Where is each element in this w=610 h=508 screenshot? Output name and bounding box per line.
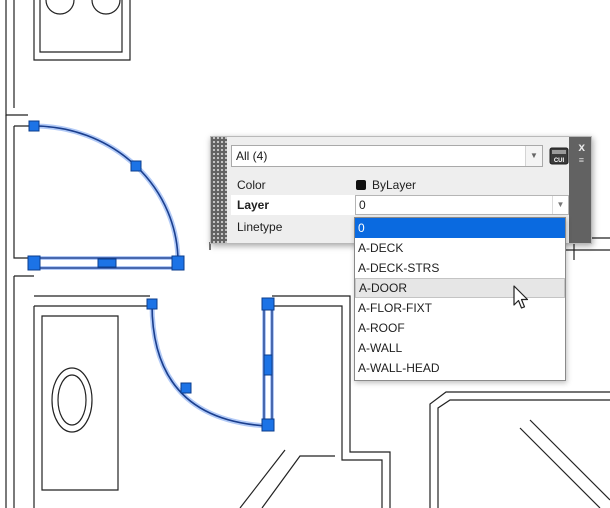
property-label: Layer	[237, 198, 270, 212]
options-icon[interactable]: ≡	[579, 155, 584, 165]
layer-option[interactable]: 0	[355, 218, 565, 238]
selection-filter-value: All (4)	[236, 149, 268, 163]
drawing-wall-line	[33, 0, 131, 61]
layer-dropdown-value: 0	[359, 198, 366, 212]
drawing-wall-line	[239, 449, 286, 508]
property-row-color: Color ByLayer	[231, 175, 569, 195]
drawing-fixture-circle	[45, 0, 75, 15]
layer-option[interactable]: A-FLOR-FIXT	[355, 298, 565, 318]
layer-option[interactable]: A-ROOF	[355, 318, 565, 338]
grip-handle[interactable]	[97, 258, 117, 268]
close-icon[interactable]: x	[578, 140, 585, 154]
drawing-wall-line	[529, 419, 610, 501]
drawing-cabinet	[41, 315, 119, 491]
mouse-cursor-icon	[513, 285, 529, 309]
property-label: Linetype	[237, 220, 283, 234]
drawing-toilet	[57, 374, 87, 426]
layer-option[interactable]: A-WALL-HEAD	[355, 358, 565, 378]
grip-handle[interactable]	[261, 418, 275, 432]
drawing-wall-line	[519, 427, 601, 508]
drawing-fixture-circle	[91, 0, 121, 15]
color-swatch	[356, 180, 366, 190]
chevron-down-icon[interactable]: ▼	[552, 196, 568, 214]
grip-handle[interactable]	[171, 255, 185, 271]
drawing-wall-line	[261, 455, 335, 508]
chevron-down-icon[interactable]: ▼	[525, 146, 542, 166]
layer-option[interactable]: A-WALL	[355, 338, 565, 358]
layer-option[interactable]: A-DOOR	[355, 278, 565, 298]
grip-handle[interactable]	[261, 297, 275, 311]
selection-filter-dropdown[interactable]: All (4) ▼	[231, 145, 543, 167]
grip-handle[interactable]	[28, 120, 40, 132]
layer-option[interactable]: A-DECK-STRS	[355, 258, 565, 278]
layer-dropdown[interactable]: 0 ▼	[355, 195, 569, 215]
layer-dropdown-list: 0 A-DECK A-DECK-STRS A-DOOR A-FLOR-FIXT …	[354, 217, 566, 381]
drawing-wall-line	[13, 126, 34, 259]
panel-drag-handle[interactable]	[211, 137, 227, 243]
property-label: Color	[237, 178, 266, 192]
grip-handle[interactable]	[130, 160, 142, 172]
selected-door-swing-arc[interactable]	[151, 303, 269, 427]
property-row-layer: Layer 0 ▼	[231, 195, 569, 215]
grip-handle[interactable]	[263, 354, 273, 376]
property-value[interactable]: ByLayer	[356, 178, 416, 192]
layer-option[interactable]: A-DECK	[355, 238, 565, 258]
panel-side-bar: x ≡	[569, 137, 591, 243]
drawing-wall-line	[5, 0, 28, 116]
grip-handle[interactable]	[180, 382, 192, 394]
color-value: ByLayer	[372, 178, 417, 192]
grip-handle[interactable]	[146, 298, 158, 310]
cui-icon-label: CUI	[554, 158, 565, 164]
drawing-wall-line	[39, 0, 123, 53]
grip-handle[interactable]	[27, 255, 41, 271]
cui-icon[interactable]: CUI	[549, 146, 569, 166]
